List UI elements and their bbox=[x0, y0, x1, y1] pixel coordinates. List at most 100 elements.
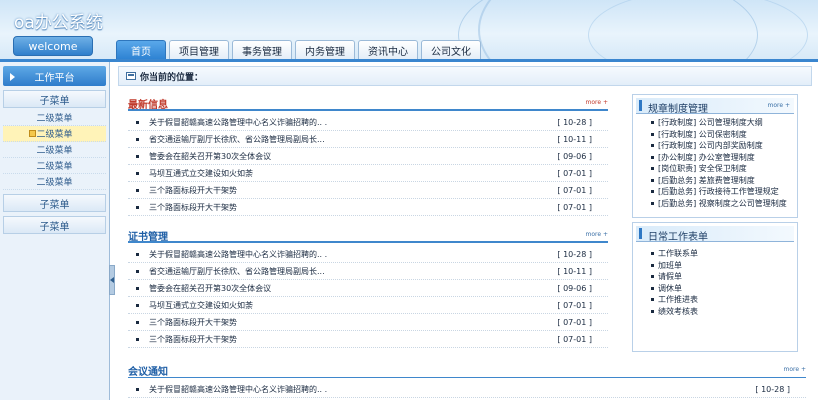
list-item[interactable]: 马坝互通式立交建设如火如荼 [ 07-01 ] bbox=[128, 297, 608, 314]
item-title[interactable]: [办公制度] 办公室管理制度 bbox=[658, 153, 755, 162]
item-title[interactable]: [后勤总务] 差旅费管理制度 bbox=[658, 176, 755, 185]
item-title[interactable]: 马坝互通式立交建设如火如荼 bbox=[149, 168, 253, 179]
news-list: 关于假冒韶赣高速公路管理中心名义诈骗招聘的.. . [ 10-28 ] bbox=[128, 381, 806, 398]
item-date: [ 07-01 ] bbox=[557, 202, 592, 212]
submenu-header[interactable]: 子菜单 bbox=[3, 216, 106, 234]
panel-title: 会议通知 bbox=[128, 367, 168, 378]
list-item[interactable]: 加班单 bbox=[633, 260, 797, 272]
item-title[interactable]: 省交通运输厅副厅长徐欣、省公路管理局副局长... bbox=[149, 134, 325, 145]
bullet-icon bbox=[136, 206, 139, 209]
item-title[interactable]: 马坝互通式立交建设如火如荼 bbox=[149, 300, 253, 311]
list-item[interactable]: 三个路面标段开大干架势 [ 07-01 ] bbox=[128, 199, 608, 216]
list-item[interactable]: [岗位职责] 安全保卫制度 bbox=[633, 163, 797, 175]
list-item[interactable]: [后勤总务] 视察制度之公司管理制度 bbox=[633, 198, 797, 210]
item-title[interactable]: 绩效考核表 bbox=[658, 307, 698, 316]
submenu-header[interactable]: 子菜单 bbox=[3, 90, 106, 108]
item-title[interactable]: 省交通运输厅副厅长徐欣、省公路管理局副局长... bbox=[149, 266, 325, 277]
list-item[interactable]: 关于假冒韶赣高速公路管理中心名义诈骗招聘的.. . [ 10-28 ] bbox=[128, 246, 608, 263]
list-item[interactable]: 三个路面标段开大干架势 [ 07-01 ] bbox=[128, 182, 608, 199]
tab-culture[interactable]: 公司文化 bbox=[421, 40, 481, 59]
bullet-icon bbox=[651, 144, 654, 147]
item-title[interactable]: [行政制度] 公司管理制度大纲 bbox=[658, 118, 763, 127]
bullet-icon bbox=[651, 286, 654, 290]
tab-project[interactable]: 项目管理 bbox=[169, 40, 229, 59]
list-item[interactable]: 关于假冒韶赣高速公路管理中心名义诈骗招聘的.. . [ 10-28 ] bbox=[128, 114, 608, 131]
list-item[interactable]: 绩效考核表 bbox=[633, 306, 797, 318]
bullet-icon bbox=[136, 270, 139, 273]
item-title[interactable]: 管委会在韶关召开第30次全体会议 bbox=[149, 283, 271, 294]
list-item[interactable]: 请假单 bbox=[633, 271, 797, 283]
item-title[interactable]: 请假单 bbox=[658, 272, 682, 281]
bullet-icon bbox=[651, 132, 654, 136]
item-date: [ 07-01 ] bbox=[557, 334, 592, 344]
breadcrumb: 你当前的位置： bbox=[118, 66, 812, 86]
item-date: [ 10-11 ] bbox=[557, 134, 592, 144]
item-title[interactable]: 加班单 bbox=[658, 261, 682, 270]
tab-affairs[interactable]: 事务管理 bbox=[232, 40, 292, 59]
panel-header: 会议通知 more + bbox=[128, 362, 806, 378]
item-title[interactable]: 工作推进表 bbox=[658, 295, 698, 304]
sidebar-header[interactable]: 工作平台 bbox=[3, 66, 106, 86]
submenu-header[interactable]: 子菜单 bbox=[3, 194, 106, 212]
sidebar-collapse-handle[interactable] bbox=[109, 265, 115, 295]
item-title[interactable]: 三个路面标段开大干架势 bbox=[149, 317, 237, 328]
item-title[interactable]: [后勤总务] 视察制度之公司管理制度 bbox=[658, 199, 787, 208]
app-title: oa办公系统 bbox=[14, 13, 103, 33]
item-title[interactable]: [行政制度] 公司保密制度 bbox=[658, 130, 747, 139]
item-title[interactable]: 工作联系单 bbox=[658, 249, 698, 258]
panel-certificates: 证书管理 more + 关于假冒韶赣高速公路管理中心名义诈骗招聘的.. . [ 1… bbox=[128, 227, 608, 348]
tab-home[interactable]: 首页 bbox=[116, 40, 166, 59]
list-item[interactable]: [办公制度] 办公室管理制度 bbox=[633, 152, 797, 164]
list-item[interactable]: [后勤总务] 行政接待工作管理规定 bbox=[633, 186, 797, 198]
more-link[interactable]: more + bbox=[784, 366, 806, 373]
list-item[interactable]: 马坝互通式立交建设如火如荼 [ 07-01 ] bbox=[128, 165, 608, 182]
news-list: 关于假冒韶赣高速公路管理中心名义诈骗招聘的.. . [ 10-28 ] 省交通运输… bbox=[128, 114, 608, 216]
folder-icon bbox=[29, 130, 36, 137]
list-item[interactable]: 管委会在韶关召开第30次全体会议 [ 09-06 ] bbox=[128, 148, 608, 165]
item-title[interactable]: 调休单 bbox=[658, 284, 682, 293]
panel-title: 证书管理 bbox=[128, 232, 168, 243]
item-title[interactable]: [后勤总务] 行政接待工作管理规定 bbox=[658, 187, 779, 196]
item-title[interactable]: 关于假冒韶赣高速公路管理中心名义诈骗招聘的.. . bbox=[149, 384, 327, 395]
submenu-item[interactable]: 二级菜单 bbox=[3, 158, 106, 174]
item-title[interactable]: 三个路面标段开大干架势 bbox=[149, 334, 237, 345]
list-item[interactable]: 省交通运输厅副厅长徐欣、省公路管理局副局长... [ 10-11 ] bbox=[128, 263, 608, 280]
panel-title: 最新信息 bbox=[128, 100, 168, 111]
item-date: [ 09-06 ] bbox=[557, 283, 592, 293]
submenu-item[interactable]: 二级菜单 bbox=[3, 174, 106, 190]
list-item[interactable]: [行政制度] 公司保密制度 bbox=[633, 129, 797, 141]
submenu-item[interactable]: 二级菜单 bbox=[3, 110, 106, 126]
list-item[interactable]: 工作推进表 bbox=[633, 294, 797, 306]
list-item[interactable]: 管委会在韶关召开第30次全体会议 [ 09-06 ] bbox=[128, 280, 608, 297]
panel-latest-info: 最新信息 more + 关于假冒韶赣高速公路管理中心名义诈骗招聘的.. . [ 1… bbox=[128, 95, 608, 216]
tab-internal[interactable]: 内务管理 bbox=[295, 40, 355, 59]
item-title[interactable]: 三个路面标段开大干架势 bbox=[149, 202, 237, 213]
list-item[interactable]: [行政制度] 公司管理制度大纲 bbox=[633, 117, 797, 129]
more-link[interactable]: more + bbox=[586, 231, 608, 238]
submenu-item-label: 二级菜单 bbox=[36, 130, 73, 140]
item-title[interactable]: 关于假冒韶赣高速公路管理中心名义诈骗招聘的.. . bbox=[149, 249, 327, 260]
list-item[interactable]: 省交通运输厅副厅长徐欣、省公路管理局副局长... [ 10-11 ] bbox=[128, 131, 608, 148]
list-item[interactable]: 三个路面标段开大干架势 [ 07-01 ] bbox=[128, 314, 608, 331]
list-item[interactable]: [后勤总务] 差旅费管理制度 bbox=[633, 175, 797, 187]
item-title[interactable]: 三个路面标段开大干架势 bbox=[149, 185, 237, 196]
sidebar-header-label: 工作平台 bbox=[34, 72, 75, 84]
bullet-icon bbox=[136, 138, 139, 141]
item-title[interactable]: 关于假冒韶赣高速公路管理中心名义诈骗招聘的.. . bbox=[149, 117, 327, 128]
bullet-icon bbox=[651, 167, 654, 170]
list-item[interactable]: 工作联系单 bbox=[633, 248, 797, 260]
item-title[interactable]: [行政制度] 公司内部奖励制度 bbox=[658, 141, 763, 150]
more-link[interactable]: more + bbox=[768, 102, 790, 109]
more-link[interactable]: more + bbox=[586, 99, 608, 106]
list-item[interactable]: [行政制度] 公司内部奖励制度 bbox=[633, 140, 797, 152]
bullet-icon bbox=[136, 172, 139, 175]
submenu-item-active[interactable]: 二级菜单 bbox=[3, 126, 106, 142]
list-item[interactable]: 三个路面标段开大干架势 [ 07-01 ] bbox=[128, 331, 608, 348]
item-title[interactable]: 管委会在韶关召开第30次全体会议 bbox=[149, 151, 271, 162]
submenu-item[interactable]: 二级菜单 bbox=[3, 142, 106, 158]
list-item[interactable]: 调休单 bbox=[633, 283, 797, 295]
item-title[interactable]: [岗位职责] 安全保卫制度 bbox=[658, 164, 747, 173]
tab-news[interactable]: 资讯中心 bbox=[358, 40, 418, 59]
list-item[interactable]: 关于假冒韶赣高速公路管理中心名义诈骗招聘的.. . [ 10-28 ] bbox=[128, 381, 806, 398]
rules-box: 规章制度管理 more + [行政制度] 公司管理制度大纲 [行政制度] 公司保… bbox=[632, 94, 798, 218]
